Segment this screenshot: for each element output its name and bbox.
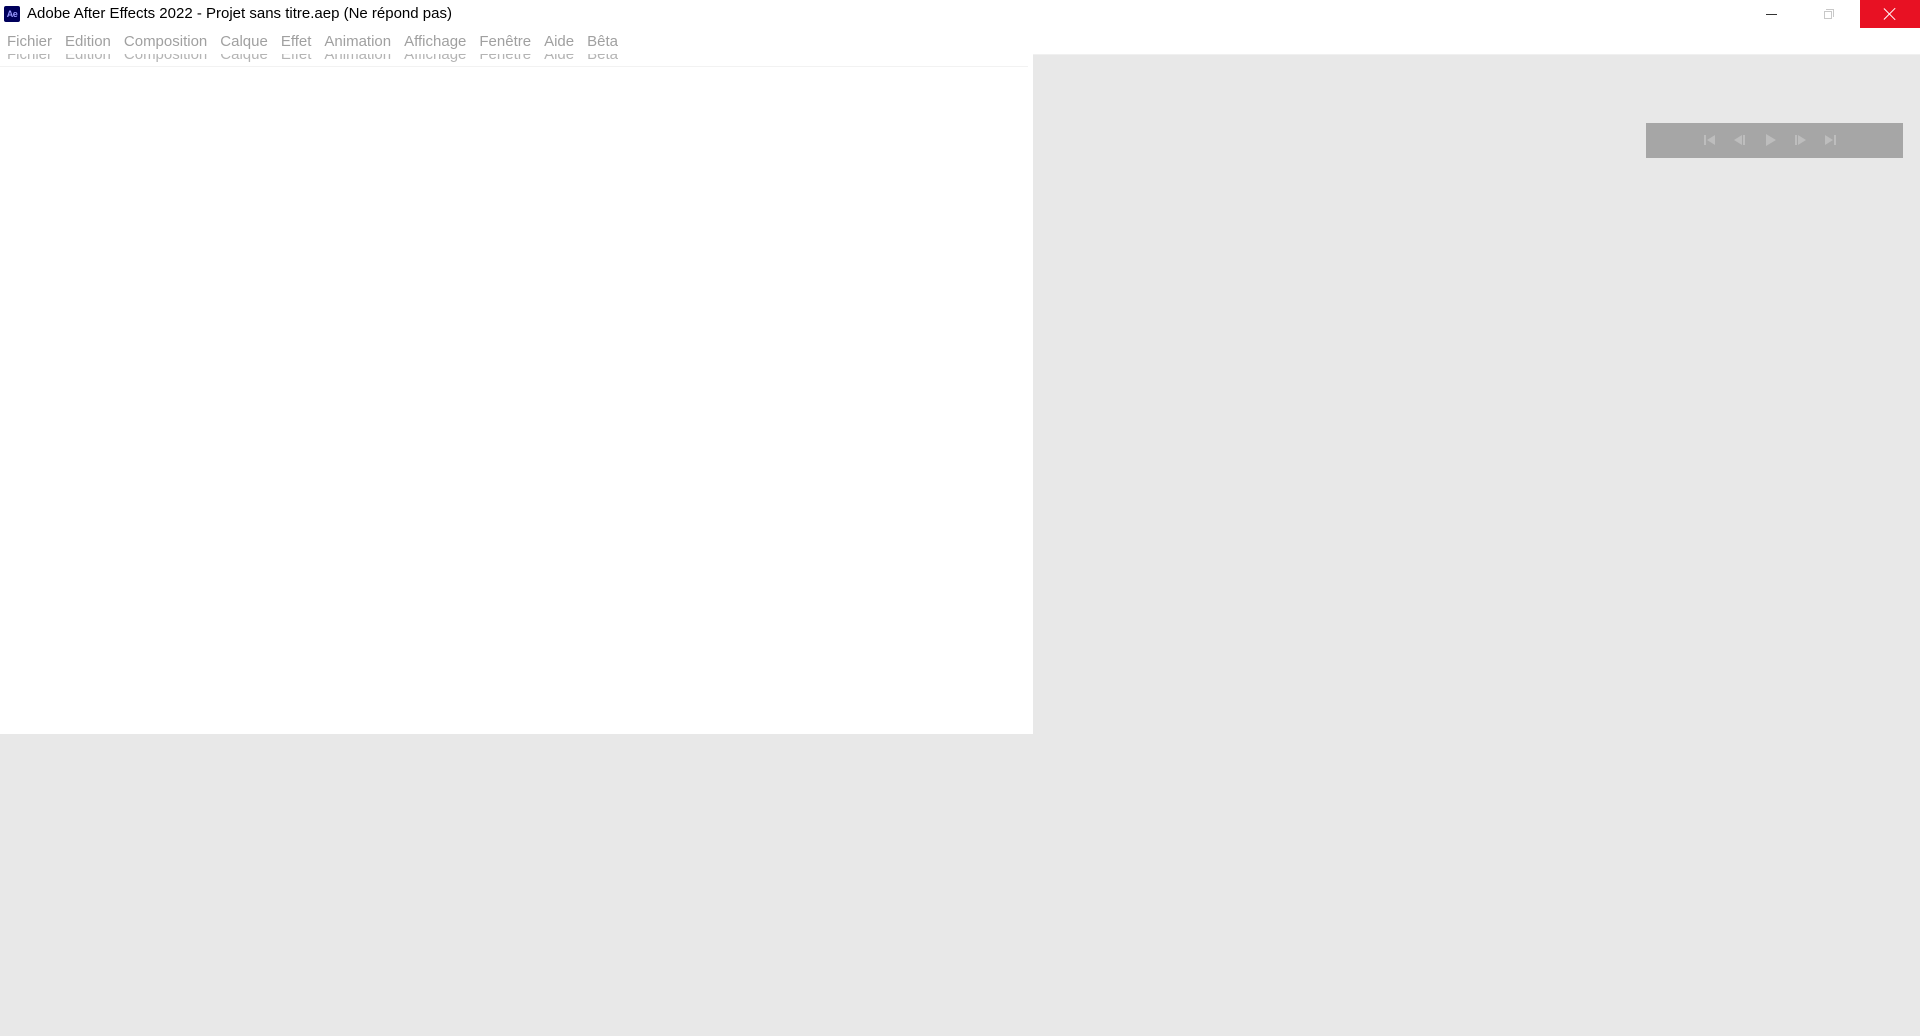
frozen-panel-area bbox=[0, 54, 1033, 734]
menu-fenetre[interactable]: Fenêtre bbox=[472, 33, 537, 50]
menu-calque[interactable]: Calque bbox=[213, 33, 274, 50]
restore-button[interactable] bbox=[1800, 0, 1858, 28]
play-icon bbox=[1766, 134, 1776, 146]
menu-beta[interactable]: Bêta bbox=[580, 33, 624, 50]
ghost-menu-item: Aide bbox=[544, 54, 575, 63]
next-frame-button[interactable] bbox=[1791, 133, 1809, 147]
first-frame-icon bbox=[1704, 135, 1715, 145]
ghost-menu-item: Fenêtre bbox=[479, 54, 532, 63]
menu-bar: Fichier Edition Composition Calque Effet… bbox=[0, 28, 1920, 55]
close-button[interactable] bbox=[1860, 0, 1920, 28]
ghost-menu-bar: Fichier Edition Composition Calque Effet… bbox=[0, 54, 1033, 64]
close-icon bbox=[1883, 7, 1897, 21]
ghost-menu-item: Calque bbox=[220, 54, 268, 63]
divider bbox=[0, 66, 1028, 67]
window-title: Adobe After Effects 2022 - Projet sans t… bbox=[27, 5, 452, 22]
ghost-menu-item: Bêta bbox=[587, 54, 618, 63]
previous-frame-button[interactable] bbox=[1731, 133, 1749, 147]
minimize-button[interactable] bbox=[1742, 0, 1800, 28]
after-effects-app-icon: Ae bbox=[4, 6, 20, 22]
title-bar: Ae Adobe After Effects 2022 - Projet san… bbox=[0, 0, 1920, 28]
menu-animation[interactable]: Animation bbox=[317, 33, 397, 50]
menu-composition[interactable]: Composition bbox=[117, 33, 213, 50]
menu-effet[interactable]: Effet bbox=[274, 33, 318, 50]
menu-fichier[interactable]: Fichier bbox=[0, 33, 58, 50]
menu-edition[interactable]: Edition bbox=[58, 33, 117, 50]
last-frame-button[interactable] bbox=[1821, 133, 1839, 147]
ghost-menu-item: Edition bbox=[65, 54, 111, 63]
next-frame-icon bbox=[1795, 135, 1806, 145]
first-frame-button[interactable] bbox=[1701, 133, 1719, 147]
app-window: Ae Adobe After Effects 2022 - Projet san… bbox=[0, 0, 1920, 1036]
ghost-menu-item: Affichage bbox=[404, 54, 467, 63]
ghost-menu-item: Fichier bbox=[7, 54, 53, 63]
playback-controls bbox=[1646, 123, 1903, 158]
last-frame-icon bbox=[1825, 135, 1836, 145]
ghost-menu-item: Effet bbox=[280, 54, 312, 63]
minimize-icon bbox=[1765, 13, 1777, 15]
menu-aide[interactable]: Aide bbox=[537, 33, 580, 50]
ghost-menu-item: Composition bbox=[123, 54, 208, 63]
menu-affichage[interactable]: Affichage bbox=[397, 33, 472, 50]
ghost-menu-item: Animation bbox=[324, 54, 392, 63]
restore-icon bbox=[1824, 9, 1834, 19]
play-button[interactable] bbox=[1761, 133, 1779, 147]
previous-frame-icon bbox=[1734, 135, 1745, 145]
